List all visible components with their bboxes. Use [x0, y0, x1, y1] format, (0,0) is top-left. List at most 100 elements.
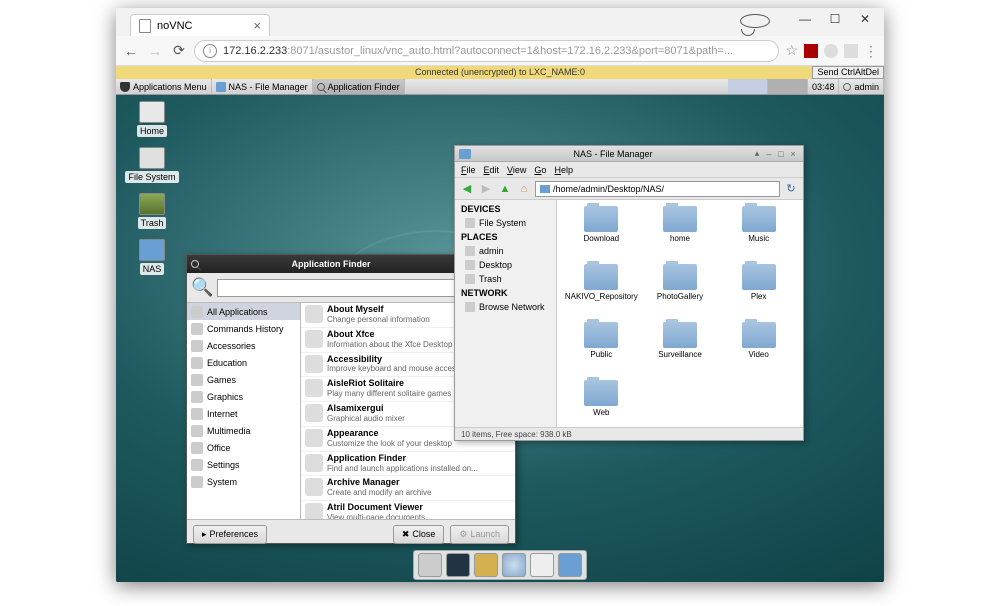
- dock-terminal[interactable]: [446, 553, 470, 577]
- bookmark-icon[interactable]: ☆: [785, 42, 798, 59]
- desktop-icon-filesystem[interactable]: File System: [122, 147, 182, 183]
- category-item[interactable]: All Applications: [187, 303, 300, 320]
- dock-file-manager[interactable]: [474, 553, 498, 577]
- menu-item[interactable]: View: [507, 165, 526, 175]
- desktop-icon-home[interactable]: Home: [122, 101, 182, 137]
- home-button[interactable]: ⌂: [516, 181, 532, 197]
- folder-label: PhotoGallery: [642, 292, 719, 301]
- category-list: All ApplicationsCommands HistoryAccessor…: [187, 303, 301, 519]
- applications-menu-button[interactable]: Applications Menu: [116, 79, 212, 94]
- pager-workspace-2[interactable]: [768, 79, 808, 94]
- folder-item[interactable]: Music: [720, 206, 797, 262]
- back-button[interactable]: ◀: [459, 181, 475, 197]
- menu-item[interactable]: File: [461, 165, 476, 175]
- forward-button[interactable]: ▶: [478, 181, 494, 197]
- up-button[interactable]: ▲: [497, 181, 513, 197]
- refresh-button[interactable]: ↻: [783, 181, 799, 197]
- location-bar[interactable]: /home/admin/Desktop/NAS/: [535, 181, 780, 197]
- desktop-icon-trash[interactable]: Trash: [122, 193, 182, 229]
- app-item[interactable]: Archive ManagerCreate and modify an arch…: [301, 476, 515, 501]
- profile-icon[interactable]: [740, 14, 770, 28]
- category-icon: [191, 425, 203, 437]
- window-titlebar[interactable]: NAS - File Manager ▴ – □ ×: [455, 146, 803, 162]
- forward-button[interactable]: →: [146, 43, 164, 59]
- category-item[interactable]: Office: [187, 439, 300, 456]
- menu-button[interactable]: ⋮: [864, 47, 878, 55]
- taskbar-item-appfinder[interactable]: Application Finder: [313, 79, 405, 94]
- category-label: Education: [207, 358, 247, 368]
- close-button[interactable]: ×: [787, 149, 799, 159]
- category-label: Internet: [207, 409, 238, 419]
- maximize-button[interactable]: ☐: [820, 8, 850, 30]
- app-item[interactable]: Application FinderFind and launch applic…: [301, 452, 515, 477]
- sidebar-item[interactable]: Trash: [455, 272, 556, 286]
- dock-show-desktop[interactable]: [418, 553, 442, 577]
- file-grid[interactable]: DownloadhomeMusic NAKIVO_RepositoryPhotoG…: [557, 200, 803, 427]
- menu-bar: File Edit View Go Help: [455, 162, 803, 178]
- menu-item[interactable]: Go: [534, 165, 546, 175]
- app-item[interactable]: Atril Document ViewerView multi-page doc…: [301, 501, 515, 519]
- close-button[interactable]: ✕: [850, 8, 880, 30]
- preferences-button[interactable]: ▸ Preferences: [193, 525, 267, 544]
- dock-app-finder[interactable]: [530, 553, 554, 577]
- user-menu[interactable]: admin: [839, 79, 884, 94]
- pager-workspace-1[interactable]: [728, 79, 768, 94]
- user-label: admin: [854, 82, 879, 92]
- folder-item[interactable]: NAKIVO_Repository: [563, 264, 640, 320]
- folder-item[interactable]: Public: [563, 322, 640, 378]
- category-item[interactable]: Accessories: [187, 337, 300, 354]
- category-item[interactable]: System: [187, 473, 300, 490]
- desktop[interactable]: Home File System Trash NAS Application F…: [116, 95, 884, 582]
- menu-item[interactable]: Help: [554, 165, 573, 175]
- place-label: File System: [479, 218, 526, 228]
- extension-icon[interactable]: [824, 44, 838, 58]
- dock-web-browser[interactable]: [502, 553, 526, 577]
- desktop-icon-nas[interactable]: NAS: [122, 239, 182, 275]
- sidebar-item[interactable]: Desktop: [455, 258, 556, 272]
- category-item[interactable]: Internet: [187, 405, 300, 422]
- search-input[interactable]: [217, 279, 493, 297]
- adobe-icon[interactable]: [804, 44, 818, 58]
- sidebar-header: NETWORK: [455, 286, 556, 300]
- collapse-button[interactable]: ▴: [751, 148, 763, 159]
- close-button[interactable]: ✖ Close: [393, 525, 445, 544]
- site-info-icon[interactable]: i: [203, 44, 217, 58]
- maximize-button[interactable]: □: [775, 149, 787, 159]
- reload-button[interactable]: ⟳: [170, 42, 188, 59]
- minimize-button[interactable]: –: [763, 149, 775, 159]
- browser-tab[interactable]: noVNC ×: [130, 14, 270, 36]
- app-icon: [305, 503, 323, 519]
- app-icon: [305, 429, 323, 447]
- category-item[interactable]: Education: [187, 354, 300, 371]
- category-item[interactable]: Graphics: [187, 388, 300, 405]
- folder-item[interactable]: Plex: [720, 264, 797, 320]
- extension-icon-2[interactable]: [844, 44, 858, 58]
- sidebar-item[interactable]: admin: [455, 244, 556, 258]
- sidebar-item[interactable]: Browse Network: [455, 300, 556, 314]
- folder-item[interactable]: Video: [720, 322, 797, 378]
- address-bar[interactable]: i 172.16.2.233:8071/asustor_linux/vnc_au…: [194, 40, 779, 62]
- minimize-button[interactable]: —: [790, 8, 820, 30]
- tab-close-icon[interactable]: ×: [253, 18, 261, 33]
- category-item[interactable]: Games: [187, 371, 300, 388]
- task-label: NAS - File Manager: [229, 82, 308, 92]
- launch-button[interactable]: ⚙ Launch: [450, 525, 509, 544]
- category-item[interactable]: Multimedia: [187, 422, 300, 439]
- folder-item[interactable]: PhotoGallery: [642, 264, 719, 320]
- category-label: Office: [207, 443, 230, 453]
- sidebar-item[interactable]: File System: [455, 216, 556, 230]
- menu-item[interactable]: Edit: [484, 165, 500, 175]
- app-desc: Create and modify an archive: [327, 488, 432, 497]
- category-icon: [191, 459, 203, 471]
- folder-item[interactable]: home: [642, 206, 719, 262]
- back-button[interactable]: ←: [122, 43, 140, 59]
- taskbar-item-filemanager[interactable]: NAS - File Manager: [212, 79, 313, 94]
- folder-item[interactable]: Surveillance: [642, 322, 719, 378]
- category-item[interactable]: Settings: [187, 456, 300, 473]
- place-label: Desktop: [479, 260, 512, 270]
- dock-folder[interactable]: [558, 553, 582, 577]
- send-ctrlaltdel-button[interactable]: Send CtrlAltDel: [812, 66, 884, 79]
- category-item[interactable]: Commands History: [187, 320, 300, 337]
- folder-item[interactable]: Web: [563, 380, 640, 436]
- folder-item[interactable]: Download: [563, 206, 640, 262]
